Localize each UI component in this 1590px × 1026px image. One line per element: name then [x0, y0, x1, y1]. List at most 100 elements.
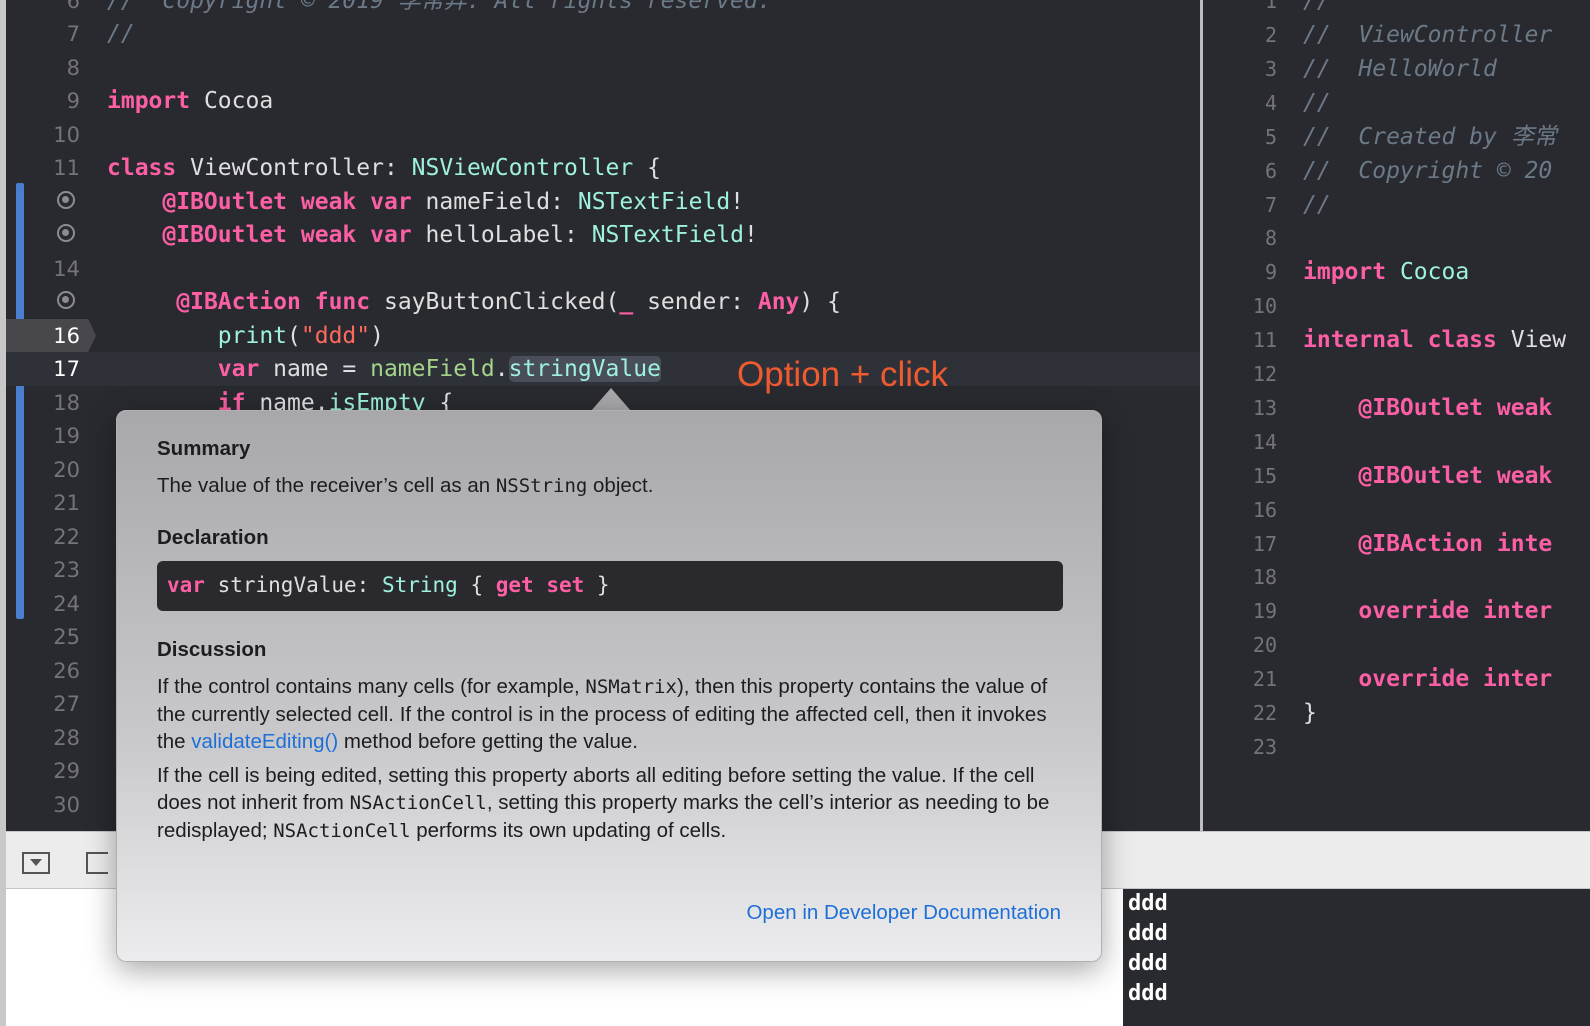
code-line[interactable]: 6 // Copyright © 20	[1203, 154, 1590, 188]
code-line[interactable]: 3 // HelloWorld	[1203, 52, 1590, 86]
line-number[interactable]: 17	[1203, 527, 1277, 561]
code-line[interactable]: 20	[1203, 628, 1590, 662]
line-number[interactable]: 28	[6, 721, 80, 755]
code-token: View	[1496, 327, 1567, 354]
line-number[interactable]: 7	[6, 17, 80, 51]
line-number[interactable]: 22	[1203, 696, 1277, 730]
line-number[interactable]: 2	[1203, 18, 1277, 52]
line-number[interactable]: 15	[1203, 459, 1277, 493]
triangle-down-in-box-icon[interactable]	[22, 852, 50, 874]
line-number[interactable]: 19	[1203, 594, 1277, 628]
code-line[interactable]: 12	[1203, 357, 1590, 391]
code-line[interactable]: 10	[1203, 289, 1590, 323]
line-number[interactable]: 1	[1203, 0, 1277, 18]
code-line[interactable]: 8	[6, 51, 1200, 85]
line-number[interactable]: 23	[6, 553, 80, 587]
line-number[interactable]: 16	[6, 319, 80, 353]
line-number[interactable]: 11	[6, 151, 80, 185]
code-line[interactable]: 9 import Cocoa	[1203, 255, 1590, 289]
code-token: internal	[1303, 327, 1414, 354]
line-number[interactable]: 5	[1203, 120, 1277, 154]
line-number[interactable]: 6	[1203, 154, 1277, 188]
code-line[interactable]: @IBAction func sayButtonClicked(_ sender…	[6, 285, 1200, 319]
code-token: stringValue:	[204, 573, 382, 597]
code-line[interactable]: 10	[6, 118, 1200, 152]
code-line[interactable]: 22}	[1203, 696, 1590, 730]
code-line[interactable]: 8	[1203, 221, 1590, 255]
source-editor-generated-interface[interactable]: 1 // 2 // ViewController 3 // HelloWorld 4 // 5 /…	[1203, 0, 1590, 831]
code-token: nameField:	[411, 188, 578, 215]
line-number[interactable]: 17	[6, 352, 80, 386]
code-line[interactable]: 6 // Copyright © 2019 李常异. All rights res…	[6, 0, 1200, 18]
line-number[interactable]: 10	[6, 118, 80, 152]
line-number[interactable]: 4	[1203, 86, 1277, 120]
code-line[interactable]: @IBOutlet weak var nameField: NSTextFiel…	[6, 185, 1200, 219]
line-number[interactable]: 29	[6, 754, 80, 788]
code-line[interactable]: 4 //	[1203, 86, 1590, 120]
line-number[interactable]: 27	[6, 687, 80, 721]
validate-editing-link[interactable]: validateEditing()	[191, 730, 338, 753]
line-number[interactable]: 20	[6, 453, 80, 487]
line-number[interactable]: 3	[1203, 52, 1277, 86]
line-number[interactable]: 26	[6, 654, 80, 688]
line-number[interactable]: 10	[1203, 289, 1277, 323]
code-line[interactable]: 17 @IBAction inte	[1203, 527, 1590, 561]
code-line[interactable]: 18	[1203, 560, 1590, 594]
line-number[interactable]: 24	[6, 587, 80, 621]
code-line[interactable]: 7 //	[1203, 188, 1590, 222]
line-number[interactable]: 18	[1203, 560, 1277, 594]
outlet-connection-icon[interactable]	[57, 190, 75, 209]
line-number[interactable]: 9	[6, 84, 80, 118]
code: NSActionCell	[349, 792, 487, 814]
code-line[interactable]: 5 // Created by 李常	[1203, 120, 1590, 154]
code-line[interactable]: 19 override inter	[1203, 594, 1590, 628]
line-number[interactable]: 25	[6, 620, 80, 654]
line-number[interactable]: 7	[1203, 188, 1277, 222]
breakpoint-tag-icon[interactable]	[86, 852, 108, 874]
line-number[interactable]: 21	[1203, 662, 1277, 696]
line-number[interactable]: 20	[1203, 628, 1277, 662]
selected-symbol[interactable]: stringValue	[508, 356, 661, 382]
line-number[interactable]: 16	[1203, 493, 1277, 527]
open-developer-documentation-link[interactable]: Open in Developer Documentation	[746, 899, 1061, 926]
line-number[interactable]: 21	[6, 486, 80, 520]
line-number[interactable]: 22	[6, 520, 80, 554]
line-number[interactable]: 19	[6, 419, 80, 453]
code-line[interactable]: 13 @IBOutlet weak	[1203, 391, 1590, 425]
code-line[interactable]: 1 //	[1203, 0, 1590, 18]
line-number[interactable]: 12	[1203, 357, 1277, 391]
outlet-connection-icon[interactable]	[57, 224, 75, 242]
code-line[interactable]: 23	[1203, 730, 1590, 764]
text: method before getting the value.	[338, 730, 638, 753]
code-line[interactable]: 11 internal class View	[1203, 323, 1590, 357]
line-number[interactable]: 9	[1203, 255, 1277, 289]
line-number[interactable]: 14	[6, 252, 80, 286]
code-line[interactable]: 15 @IBOutlet weak	[1203, 459, 1590, 493]
code-line[interactable]: 7 //	[6, 17, 1200, 51]
code-line[interactable]: 2 // ViewController	[1203, 18, 1590, 52]
line-number[interactable]: 13	[1203, 391, 1277, 425]
line-number[interactable]: 14	[1203, 425, 1277, 459]
code-line[interactable]: 9 import Cocoa	[6, 84, 1200, 118]
line-number[interactable]: 6	[6, 0, 80, 18]
line-number[interactable]: 8	[6, 51, 80, 85]
line-number[interactable]: 8	[1203, 221, 1277, 255]
line-number[interactable]: 11	[1203, 323, 1277, 357]
code-line[interactable]: 14	[6, 252, 1200, 286]
code-line[interactable]: 16	[1203, 493, 1590, 527]
code-line[interactable]: @IBOutlet weak var helloLabel: NSTextFie…	[6, 218, 1200, 252]
line-number[interactable]: 23	[1203, 730, 1277, 764]
code-token: // Copyright © 20	[1303, 157, 1553, 184]
code-line[interactable]: 16 print("ddd")	[6, 318, 1200, 353]
code-line[interactable]: 17 var name = nameField.stringValue	[6, 352, 1200, 386]
code-token: sender:	[633, 289, 758, 315]
line-number[interactable]: 18	[6, 386, 80, 420]
code-line[interactable]: 14	[1203, 425, 1590, 459]
code-line[interactable]: 21 override inter	[1203, 662, 1590, 696]
line-number[interactable]: 30	[6, 788, 80, 822]
code-token: weak	[1496, 462, 1553, 489]
outlet-connection-icon[interactable]	[57, 291, 75, 309]
code-line[interactable]: 11 class ViewController: NSViewController…	[6, 151, 1200, 185]
